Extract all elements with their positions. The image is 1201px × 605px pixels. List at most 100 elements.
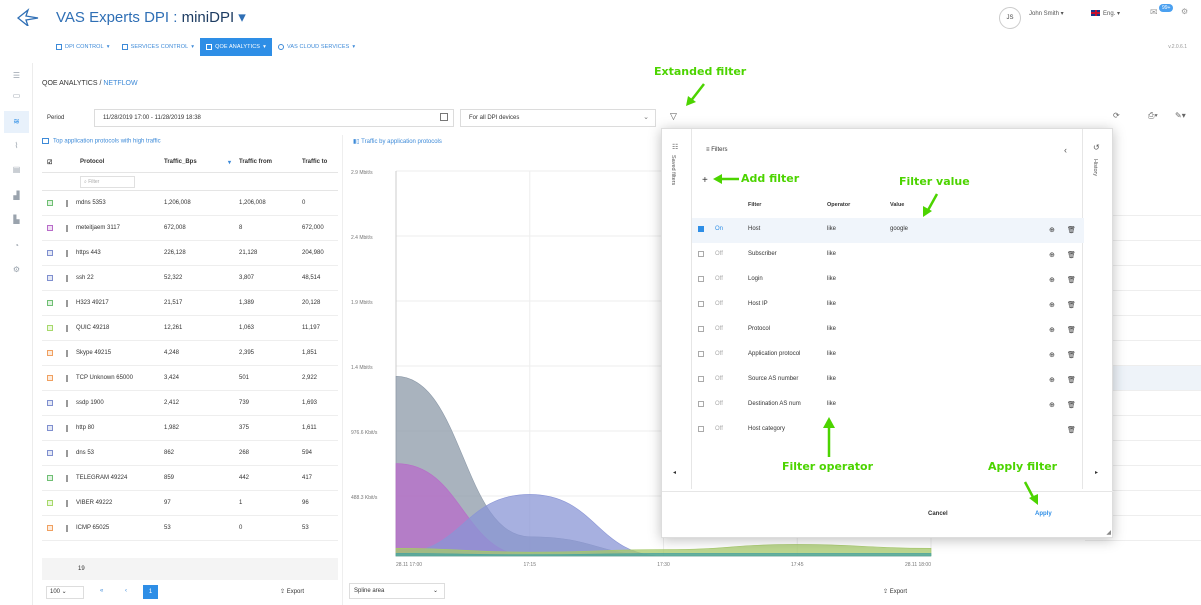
filter-enable-checkbox[interactable] (698, 401, 704, 409)
drag-handle-icon[interactable] (66, 225, 68, 234)
trash-icon[interactable]: 🗑 (1067, 301, 1076, 309)
saved-filters-tab[interactable]: ☷ Saved filters ◂ (662, 129, 692, 489)
drag-handle-icon[interactable] (66, 300, 68, 309)
drag-handle-icon[interactable] (66, 400, 68, 409)
nav-vas-cloud-services[interactable]: VAS CLOUD SERVICES ▾ (272, 38, 361, 56)
pin-icon[interactable]: ✎▾ (1175, 111, 1186, 120)
filter-value[interactable]: google (890, 226, 908, 232)
table-row[interactable]: http 80 1,982 375 1,611 (42, 416, 338, 441)
drag-handle-icon[interactable] (66, 450, 68, 459)
apply-button[interactable]: Apply (1035, 511, 1052, 517)
trash-icon[interactable]: 🗑 (1067, 226, 1076, 234)
print-icon[interactable]: ⎙▾ (1148, 111, 1158, 121)
language-menu[interactable]: Eng. ▾ (1091, 10, 1120, 17)
refresh-icon[interactable]: ⟳ (1113, 111, 1120, 120)
row-checkbox[interactable] (47, 325, 53, 333)
breadcrumb-page[interactable]: NETFLOW (103, 80, 137, 87)
logo-icon[interactable] (16, 6, 40, 26)
chart-icon[interactable]: ⌇ (8, 139, 25, 152)
trash-icon[interactable]: 🗑 (1067, 401, 1076, 409)
copy-icon[interactable]: ⊕ (1049, 351, 1055, 359)
filter-field[interactable]: Source AS number (748, 376, 798, 382)
table-row[interactable]: ICMP 65025 53 0 53 (42, 516, 338, 541)
filter-field[interactable]: Destination AS num (748, 401, 801, 407)
row-checkbox[interactable] (47, 475, 53, 483)
row-checkbox[interactable] (47, 275, 53, 283)
filter-enable-checkbox[interactable] (698, 326, 704, 334)
filter-field[interactable]: Host category (748, 426, 785, 432)
trash-icon[interactable]: 🗑 (1067, 276, 1076, 284)
trash-icon[interactable]: 🗑 (1067, 426, 1076, 434)
prev-page-icon[interactable]: ‹ (125, 588, 127, 594)
table-row[interactable]: https 443 226,128 21,128 204,980 (42, 241, 338, 266)
sort-icon[interactable]: ▾ (228, 159, 231, 166)
select-all-checkbox[interactable]: ☑ (47, 159, 52, 166)
table-row[interactable]: Skype 49215 4,248 2,395 1,851 (42, 341, 338, 366)
filter-row[interactable]: Off Destination AS num like ⊕ 🗑 (692, 393, 1084, 418)
trash-icon[interactable]: 🗑 (1067, 251, 1076, 259)
filter-operator[interactable]: like (827, 401, 836, 407)
row-checkbox[interactable] (47, 350, 53, 358)
row-checkbox[interactable] (47, 525, 53, 533)
filter-enable-checkbox[interactable] (698, 376, 704, 384)
filter-enable-checkbox[interactable] (698, 426, 704, 434)
device-select[interactable]: For all DPI devices ⌄ (460, 109, 656, 127)
table-row[interactable]: VIBER 49222 97 1 96 (42, 491, 338, 516)
stats-icon[interactable]: ▙ (8, 213, 25, 226)
row-checkbox[interactable] (47, 450, 53, 458)
menu-icon[interactable]: ☰ (8, 69, 25, 82)
gear-icon[interactable]: ⚙ (1181, 7, 1188, 16)
drag-handle-icon[interactable] (66, 375, 68, 384)
row-checkbox[interactable] (47, 200, 53, 208)
drag-handle-icon[interactable] (66, 500, 68, 509)
gauge-icon[interactable]: ◔ (8, 239, 25, 252)
netflow-icon[interactable]: ≋ (4, 111, 29, 133)
nav-services-control[interactable]: SERVICES CONTROL ▾ (116, 38, 201, 56)
filter-field[interactable]: Host (748, 226, 760, 232)
table-row[interactable]: dns 53 862 268 594 (42, 441, 338, 466)
extended-filter-icon[interactable]: ▽ (670, 111, 677, 122)
history-tab[interactable]: ↺ History ▸ (1082, 129, 1112, 489)
col-traffic-from[interactable]: Traffic from (239, 159, 272, 165)
period-input[interactable]: 11/28/2019 17:00 - 11/28/2019 18:38 (94, 109, 454, 127)
trash-icon[interactable]: 🗑 (1067, 326, 1076, 334)
filter-operator[interactable]: like (827, 251, 836, 257)
row-checkbox[interactable] (47, 400, 53, 408)
window-icon[interactable]: ▭ (8, 89, 25, 102)
copy-icon[interactable]: ⊕ (1049, 226, 1055, 234)
app-title[interactable]: VAS Experts DPI : miniDPI ▾ (56, 8, 246, 26)
filter-row[interactable]: Off Source AS number like ⊕ 🗑 (692, 368, 1084, 393)
filter-operator[interactable]: like (827, 376, 836, 382)
copy-icon[interactable]: ⊕ (1049, 251, 1055, 259)
table-row[interactable]: QUIC 49218 12,261 1,063 11,197 (42, 316, 338, 341)
filter-row[interactable]: Off Application protocol like ⊕ 🗑 (692, 343, 1084, 368)
table-row[interactable]: mdns 5353 1,206,008 1,206,008 0 (42, 191, 338, 216)
drag-handle-icon[interactable] (66, 275, 68, 284)
filter-enable-checkbox[interactable] (698, 351, 704, 359)
filter-row[interactable]: Off Login like ⊕ 🗑 (692, 268, 1084, 293)
filter-field[interactable]: Host IP (748, 301, 768, 307)
copy-icon[interactable]: ⊕ (1049, 326, 1055, 334)
col-traffic-bps[interactable]: Traffic_Bps (164, 159, 197, 165)
filter-enable-checkbox[interactable] (698, 301, 704, 309)
chart-export-button[interactable]: ⇪ Export (883, 588, 907, 595)
filter-operator[interactable]: like (827, 351, 836, 357)
table-row[interactable]: H323 49217 21,517 1,389 20,128 (42, 291, 338, 316)
user-menu[interactable]: John Smith ▾ (1029, 10, 1064, 17)
filter-row[interactable]: Off Subscriber like ⊕ 🗑 (692, 243, 1084, 268)
chart-type-select[interactable]: Spline area ⌄ (349, 583, 445, 599)
filter-operator[interactable]: like (827, 226, 836, 232)
filter-operator[interactable]: like (827, 276, 836, 282)
resize-handle-icon[interactable]: ◢ (1106, 529, 1111, 536)
filter-row[interactable]: On Host like google ⊕ 🗑 (692, 218, 1084, 243)
table-row[interactable]: ssh 22 52,322 3,807 48,514 (42, 266, 338, 291)
col-traffic-to[interactable]: Traffic to (302, 159, 327, 165)
table-row[interactable]: ssdp 1900 2,412 739 1,693 (42, 391, 338, 416)
copy-icon[interactable]: ⊕ (1049, 376, 1055, 384)
drag-handle-icon[interactable] (66, 475, 68, 484)
row-checkbox[interactable] (47, 375, 53, 383)
page-button[interactable]: 1 (143, 585, 158, 599)
filter-field[interactable]: Login (748, 276, 763, 282)
filter-field[interactable]: Protocol (748, 326, 770, 332)
settings-icon[interactable]: ⚙ (8, 263, 25, 276)
